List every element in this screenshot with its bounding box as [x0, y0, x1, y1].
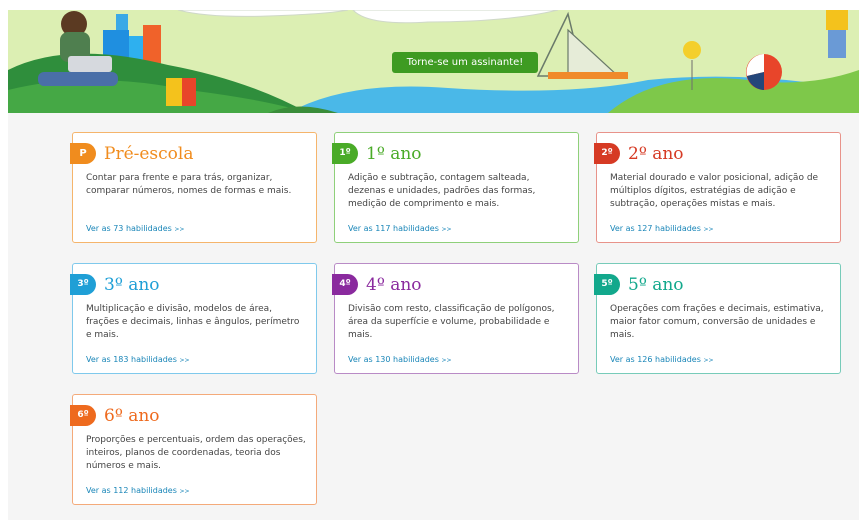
- chevrons-right-icon: >>: [179, 488, 190, 495]
- skills-link-label: Ver as 183 habilidades: [86, 355, 177, 364]
- chevrons-right-icon: >>: [179, 357, 190, 364]
- grade-description: Divisão com resto, classificação de polí…: [348, 304, 555, 340]
- chevrons-right-icon: >>: [703, 357, 714, 364]
- skills-link[interactable]: Ver as 112 habilidades >>: [86, 486, 190, 495]
- grade-card-1[interactable]: 1º 1º ano Adição e subtração, contagem s…: [332, 132, 579, 243]
- skills-link[interactable]: Ver as 126 habilidades >>: [610, 355, 714, 364]
- grade-grid: P Pré-escola Contar para frente e para t…: [8, 113, 859, 520]
- skills-link-label: Ver as 127 habilidades: [610, 224, 701, 233]
- grade-badge: 5º: [594, 274, 620, 295]
- skills-link-label: Ver as 126 habilidades: [610, 355, 701, 364]
- grade-description: Material dourado e valor posicional, adi…: [610, 173, 819, 209]
- skills-link[interactable]: Ver as 130 habilidades >>: [348, 355, 452, 364]
- subscribe-button[interactable]: Torne-se um assinante!: [392, 52, 538, 73]
- grade-badge: 3º: [70, 274, 96, 295]
- grade-title: 6º ano: [104, 406, 160, 426]
- grade-card-5[interactable]: 5º 5º ano Operações com frações e decima…: [594, 263, 841, 374]
- skills-link-label: Ver as 117 habilidades: [348, 224, 439, 233]
- grade-card-4[interactable]: 4º 4º ano Divisão com resto, classificaç…: [332, 263, 579, 374]
- grade-card-6[interactable]: 6º 6º ano Proporções e percentuais, orde…: [70, 394, 317, 505]
- skills-link[interactable]: Ver as 73 habilidades >>: [86, 224, 184, 233]
- grade-badge: 1º: [332, 143, 358, 164]
- chevrons-right-icon: >>: [441, 357, 452, 364]
- chevrons-right-icon: >>: [441, 226, 452, 233]
- grade-description: Adição e subtração, contagem salteada, d…: [348, 173, 536, 209]
- grade-title: Pré-escola: [104, 144, 194, 164]
- grade-badge: P: [70, 143, 96, 164]
- grade-description: Contar para frente e para trás, organiza…: [86, 173, 292, 196]
- grade-description: Multiplicação e divisão, modelos de área…: [86, 304, 300, 340]
- skills-link[interactable]: Ver as 183 habilidades >>: [86, 355, 190, 364]
- grade-title: 4º ano: [366, 275, 422, 295]
- grade-badge: 6º: [70, 405, 96, 426]
- grade-description: Operações com frações e decimais, estima…: [610, 304, 824, 340]
- page: Torne-se um assinante! P Pré-escola Cont…: [0, 0, 859, 520]
- chevrons-right-icon: >>: [174, 226, 185, 233]
- grade-title: 2º ano: [628, 144, 684, 164]
- chevrons-right-icon: >>: [703, 226, 714, 233]
- skills-link-label: Ver as 73 habilidades: [86, 224, 172, 233]
- grade-title: 5º ano: [628, 275, 684, 295]
- grade-description: Proporções e percentuais, ordem das oper…: [86, 435, 306, 471]
- grade-title: 1º ano: [366, 144, 422, 164]
- skills-link[interactable]: Ver as 117 habilidades >>: [348, 224, 452, 233]
- grade-title: 3º ano: [104, 275, 160, 295]
- skills-link[interactable]: Ver as 127 habilidades >>: [610, 224, 714, 233]
- grade-card-2[interactable]: 2º 2º ano Material dourado e valor posic…: [594, 132, 841, 243]
- hero-banner: Torne-se um assinante!: [8, 10, 859, 113]
- grade-card-pre-escola[interactable]: P Pré-escola Contar para frente e para t…: [70, 132, 317, 243]
- grade-badge: 2º: [594, 143, 620, 164]
- grade-badge: 4º: [332, 274, 358, 295]
- skills-link-label: Ver as 112 habilidades: [86, 486, 177, 495]
- grade-card-3[interactable]: 3º 3º ano Multiplicação e divisão, model…: [70, 263, 317, 374]
- skills-link-label: Ver as 130 habilidades: [348, 355, 439, 364]
